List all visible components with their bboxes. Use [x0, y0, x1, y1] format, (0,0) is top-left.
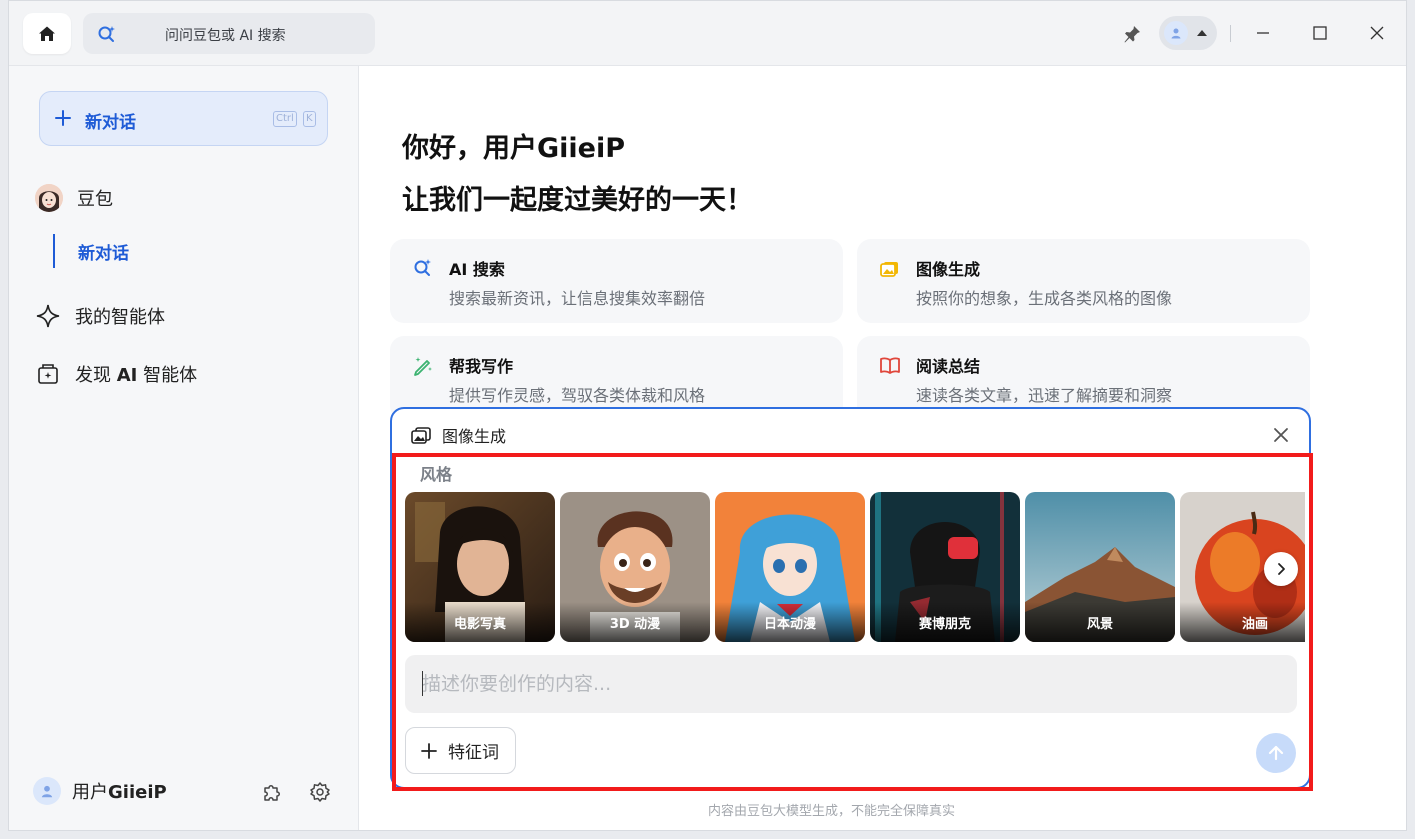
caret-up-icon: [1197, 30, 1207, 36]
card-desc: 搜索最新资讯，让信息搜集效率翻倍: [449, 289, 706, 308]
home-button[interactable]: [23, 13, 71, 54]
puzzle-icon: [264, 785, 280, 801]
disclaimer-text: 内容由豆包大模型生成，不能完全保障真实: [708, 804, 956, 819]
search-placeholder: 问问豆包或 AI 搜索: [165, 28, 286, 44]
card-title: 帮我写作: [449, 357, 514, 376]
gear-icon: [310, 782, 330, 802]
feature-words-button[interactable]: 特征词: [405, 727, 516, 774]
shortcut-key-k: K: [303, 111, 316, 127]
avatar: [1164, 21, 1188, 45]
close-icon: [1370, 26, 1384, 40]
discover-suffix: 智能体: [137, 365, 198, 386]
shortcut-key-ctrl: Ctrl: [273, 111, 297, 127]
pin-button[interactable]: [1121, 23, 1143, 45]
style-tile-cinematic[interactable]: 电影写真: [405, 492, 555, 642]
title-bar: 问问豆包或 AI 搜索: [9, 1, 1406, 66]
avatar-icon: [41, 785, 53, 798]
divider: [1230, 25, 1231, 42]
avatar-icon: [1171, 28, 1181, 39]
home-icon: [39, 26, 55, 41]
sidebar-item-discover-agents[interactable]: 发现 AI 智能体: [35, 359, 197, 389]
sidebar-item-doubao[interactable]: 豆包: [35, 183, 113, 213]
card-desc: 提供写作灵感，驾驭各类体裁和风格: [449, 386, 706, 405]
close-icon: [1274, 428, 1288, 442]
style-caption: 赛博朋克: [870, 602, 1020, 642]
image-gen-icon: [880, 262, 898, 277]
book-icon: [880, 357, 900, 374]
style-caption: 油画: [1180, 602, 1305, 642]
user-name-prefix: 用户: [72, 782, 108, 803]
image-gen-icon: [411, 427, 431, 444]
main-content: 你好，用户GiieiP 让我们一起度过美好的一天！ AI 搜索 搜索最新资讯，让…: [360, 66, 1406, 830]
style-tile-landscape[interactable]: 风景: [1025, 492, 1175, 642]
card-title: 阅读总结: [916, 357, 981, 376]
search-bar[interactable]: 问问豆包或 AI 搜索: [83, 13, 375, 54]
ai-search-icon: [414, 259, 431, 276]
composer-header: 图像生成: [410, 423, 506, 447]
image-gen-composer: 图像生成 风格 电影写真 3D 动漫 日本动漫 赛博朋克 风景 油画 描述你要创…: [390, 407, 1313, 791]
doubao-face-icon: [35, 184, 63, 212]
style-section-label: 风格: [420, 465, 453, 484]
style-caption: 日本动漫: [715, 602, 865, 642]
prompt-input[interactable]: [405, 655, 1297, 713]
pin-icon: [1124, 26, 1140, 43]
style-tile-cyberpunk[interactable]: 赛博朋克: [870, 492, 1020, 642]
style-caption: 风景: [1025, 602, 1175, 642]
close-mode-button[interactable]: [1271, 425, 1291, 445]
greeting-subtitle: 让我们一起度过美好的一天！: [402, 185, 753, 216]
style-tile-japanese-anime[interactable]: 日本动漫: [715, 492, 865, 642]
plugin-button[interactable]: [260, 780, 284, 804]
text-caret: [422, 671, 423, 696]
close-window-button[interactable]: [1365, 21, 1389, 45]
avatar: [33, 777, 61, 805]
maximize-button[interactable]: [1308, 21, 1332, 45]
sidebar-item-label: 发现 AI 智能体: [75, 361, 197, 387]
chevron-right-icon: [1278, 563, 1285, 575]
new-chat-label: 新对话: [85, 113, 136, 133]
discover-bold: AI: [116, 365, 138, 386]
new-chat-button[interactable]: 新对话 Ctrl K: [39, 91, 328, 146]
user-name-bold: GiieiP: [108, 782, 167, 803]
pen-sparkle-icon: [414, 357, 432, 376]
card-desc: 速读各类文章，迅速了解摘要和洞察: [916, 386, 1173, 405]
sidebar: 新对话 Ctrl K 豆包 新对话 我的智能体 发现 AI 智能体 用户Giie…: [9, 66, 359, 830]
card-ai-search[interactable]: AI 搜索 搜索最新资讯，让信息搜集效率翻倍: [390, 239, 843, 323]
sparkle-icon: [36, 304, 60, 328]
composer-mode-title: 图像生成: [442, 427, 507, 446]
arrow-up-icon: [1268, 745, 1284, 761]
minimize-button[interactable]: [1251, 21, 1275, 45]
plus-icon: [55, 110, 71, 126]
card-title: 图像生成: [916, 260, 981, 279]
user-name: 用户GiieiP: [72, 778, 167, 804]
account-menu-button[interactable]: [1159, 16, 1217, 50]
feature-words-label: 特征词: [448, 743, 499, 763]
minimize-icon: [1257, 32, 1269, 34]
style-carousel: 电影写真 3D 动漫 日本动漫 赛博朋克 风景 油画: [405, 492, 1305, 642]
settings-button[interactable]: [308, 780, 332, 804]
carousel-next-button[interactable]: [1264, 552, 1298, 586]
sidebar-item-label: 豆包: [77, 189, 113, 210]
search-ai-icon: [98, 26, 115, 42]
app-window: 问问豆包或 AI 搜索 新对话 Ctrl K 豆包 新对话 我的智能体 发现 A…: [8, 0, 1407, 831]
card-title: AI 搜索: [449, 260, 505, 279]
style-caption: 3D 动漫: [560, 602, 710, 642]
send-button[interactable]: [1256, 733, 1296, 773]
discover-prefix: 发现: [75, 365, 117, 386]
sidebar-item-my-agents[interactable]: 我的智能体: [35, 301, 165, 331]
active-indicator: [53, 234, 55, 268]
sidebar-item-new-chat[interactable]: 新对话: [78, 239, 129, 264]
sidebar-item-label: 我的智能体: [75, 307, 165, 328]
user-profile[interactable]: 用户GiieiP: [33, 774, 167, 808]
style-caption: 电影写真: [405, 602, 555, 642]
discover-agent-icon: [38, 364, 58, 384]
style-tile-3d-anime[interactable]: 3D 动漫: [560, 492, 710, 642]
doubao-avatar: [35, 184, 63, 212]
card-desc: 按照你的想象，生成各类风格的图像: [916, 289, 1173, 308]
plus-icon: [421, 742, 437, 759]
greeting-title: 你好，用户GiieiP: [402, 133, 626, 164]
maximize-icon: [1313, 26, 1327, 40]
card-image-gen[interactable]: 图像生成 按照你的想象，生成各类风格的图像: [857, 239, 1310, 323]
